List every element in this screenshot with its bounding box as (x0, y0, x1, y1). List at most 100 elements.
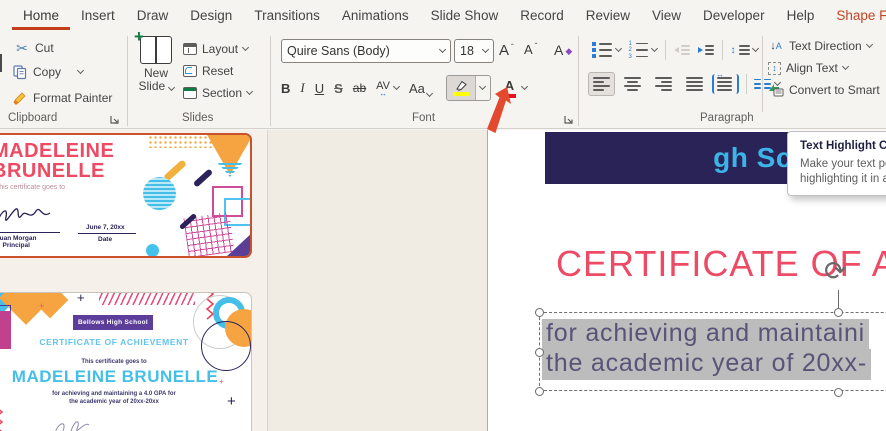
cut-button[interactable]: ✂ Cut (14, 40, 54, 56)
font-size-combo[interactable]: 18 (454, 39, 494, 63)
line-spacing-icon: ↕ (730, 44, 736, 56)
change-case-button[interactable]: Aa (409, 81, 433, 97)
tooltip-body: Make your text pop by highlighting it in… (800, 158, 886, 185)
tab-help[interactable]: Help (776, 2, 826, 30)
slide-thumbnail-1[interactable]: MADELEINE BRUNELLE This certificate goes… (0, 133, 252, 258)
font-dialog-launcher[interactable] (564, 112, 576, 124)
selection-handle-bottom-mid[interactable] (833, 387, 843, 397)
tab-design[interactable]: Design (179, 2, 243, 30)
thumb1-deco-lined-circle (143, 177, 176, 210)
small-divider (664, 40, 666, 60)
font-size-chevron (481, 45, 490, 54)
tab-draw[interactable]: Draw (126, 2, 180, 30)
copy-button[interactable]: Copy (12, 64, 85, 80)
clipboard-dialog-launcher[interactable] (110, 112, 122, 124)
tab-shape-format[interactable]: Shape Format (825, 2, 886, 30)
new-slide-button[interactable]: + New Slide (130, 28, 182, 93)
strikethrough-button[interactable]: ab (353, 81, 366, 95)
thumb1-deco-cyan-dot (146, 244, 159, 256)
slide-body-line2[interactable]: the academic year of 20xx- (542, 349, 871, 380)
new-slide-chevron (167, 83, 175, 92)
tab-view[interactable]: View (641, 2, 692, 30)
bullets-button[interactable] (592, 42, 622, 58)
tab-slide-show[interactable]: Slide Show (420, 2, 510, 30)
convert-to-smartart-icon (768, 82, 784, 98)
tab-transitions[interactable]: Transitions (243, 2, 331, 30)
slides-group-label: Slides (182, 112, 214, 124)
decrease-font-size-button[interactable]: Aˇ (524, 42, 537, 57)
group-divider (127, 36, 128, 126)
align-right-button[interactable] (650, 72, 677, 96)
align-left-button[interactable] (588, 72, 615, 96)
slide-thumbnail-panel[interactable]: MADELEINE BRUNELLE This certificate goes… (0, 130, 267, 431)
line-spacing-button[interactable]: ↕ (730, 44, 759, 56)
character-spacing-button[interactable]: AV ↔ (376, 80, 390, 98)
thumb2-school-banner: Bellows High School (73, 315, 153, 330)
thumb1-recipient-name: MADELEINE BRUNELLE (0, 140, 115, 182)
font-name-chevron (438, 45, 447, 54)
copy-dropdown-chevron[interactable] (76, 66, 85, 75)
selection-handle-bottom-left[interactable] (534, 386, 544, 396)
clear-formatting-button[interactable]: A ◆ (554, 42, 572, 58)
thumb2-cert-title: CERTIFICATE OF ACHIEVEMENT (39, 337, 189, 347)
thumb1-deco-dash-navy (192, 168, 214, 188)
font-name-combo[interactable]: Quire Sans (Body) (281, 39, 451, 63)
selection-handle-mid-left[interactable] (534, 347, 544, 357)
slide-thumbnail-2[interactable]: + + Bellows High School CERTIFICATE OF A… (0, 292, 252, 431)
slide-editing-area[interactable]: gh School CERTIFICATE OF AC ⟳ for achiev… (268, 130, 886, 431)
thumb2-deco-navy-ring (201, 321, 251, 371)
thumb1-date: June 7, 20xx (86, 224, 125, 231)
shadow-strike-button[interactable]: S (334, 81, 343, 96)
tab-developer[interactable]: Developer (692, 2, 776, 30)
text-highlight-color-button[interactable] (445, 75, 491, 101)
tab-home[interactable]: Home (12, 2, 71, 30)
paragraph-group-label: Paragraph (700, 112, 754, 124)
convert-to-smartart-button[interactable]: Convert to Smart (768, 82, 880, 98)
align-text-button[interactable]: ↕ Align Text (768, 61, 880, 75)
tab-insert[interactable]: Insert (70, 2, 126, 30)
layout-button[interactable]: Layout (183, 42, 252, 56)
increase-font-size-button[interactable]: Aˆ (499, 42, 514, 59)
text-direction-button[interactable]: ↓ A Text Direction (768, 38, 880, 54)
selection-handle-top-mid[interactable] (833, 307, 843, 317)
thumb1-signature (0, 208, 51, 221)
text-direction-icon: ↓ A (770, 40, 782, 52)
thumb2-recipient-name: MADELEINE BRUNELLE (11, 367, 219, 386)
underline-button[interactable]: U (315, 81, 324, 96)
spacing-chevron[interactable] (392, 82, 401, 91)
increase-indent-button[interactable] (697, 45, 714, 55)
selection-handle-top-left[interactable] (534, 307, 544, 317)
decrease-indent-button[interactable] (673, 45, 690, 55)
justify-button[interactable] (681, 72, 708, 96)
align-center-button[interactable] (619, 72, 646, 96)
section-button[interactable]: Section (183, 86, 254, 100)
reset-icon (183, 65, 197, 77)
numbering-button[interactable]: 1 2 3 (629, 41, 658, 60)
tab-animations[interactable]: Animations (331, 2, 420, 30)
thumb1-date-label: Date (98, 236, 113, 243)
increase-indent-icon (697, 47, 703, 53)
bullets-icon (592, 42, 612, 58)
thumb1-date-line (78, 233, 136, 234)
thumb1-deco-dots (148, 135, 212, 148)
layout-icon (183, 43, 197, 55)
thumb1-signature-line (0, 232, 60, 233)
tab-record[interactable]: Record (509, 2, 575, 30)
reset-button[interactable]: Reset (183, 64, 252, 78)
rotate-handle-icon[interactable]: ⟳ (824, 256, 847, 287)
format-painter-button[interactable]: Format Painter (12, 90, 112, 106)
thumb1-goes-to: This certificate goes to (0, 184, 66, 191)
thumb2-deco-pink-plus2: + (219, 377, 224, 386)
font-color-chevron[interactable] (520, 82, 528, 91)
distribute-text-button[interactable]: ↔ (712, 70, 739, 94)
font-group-label: Font (412, 112, 436, 124)
thumb2-goes-to: This certificate goes to (81, 359, 147, 365)
thumb2-signature (55, 421, 90, 431)
italic-button[interactable]: I (300, 80, 304, 96)
tab-review[interactable]: Review (575, 2, 641, 30)
bold-button[interactable]: B (281, 81, 290, 96)
clipboard-group-label: Clipboard (8, 112, 58, 124)
slide-body-line1[interactable]: for achieving and maintaini (542, 319, 869, 350)
spacing-arrows-icon: ↔ (379, 89, 388, 98)
highlight-pen-icon[interactable] (446, 76, 475, 100)
